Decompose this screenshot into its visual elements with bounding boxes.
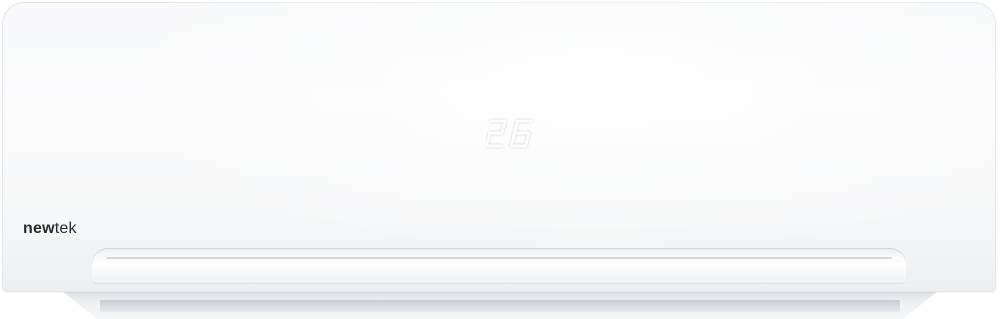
louver-edge-highlight (106, 257, 892, 259)
brand-logo-part-1: new (23, 220, 55, 237)
temperature-digits-icon (486, 119, 533, 148)
brand-logo-part-2: tek (54, 220, 77, 237)
air-louver-flap (92, 248, 906, 284)
air-conditioner-photo: 26 newtek (0, 0, 1000, 319)
temperature-display: 26 (486, 113, 538, 155)
air-outlet-slot (100, 300, 900, 312)
brand-logo: newtek (23, 219, 77, 239)
